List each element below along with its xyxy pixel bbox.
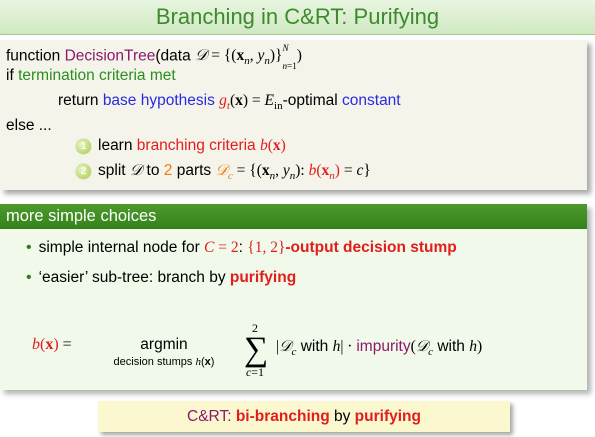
choices-bullet-2: • ‘easier’ sub-tree: branch by purifying: [26, 269, 296, 287]
choices-box: more simple choices • simple internal nod…: [0, 204, 587, 390]
algo-line-if: if termination criteria met: [6, 67, 176, 85]
step-2-text: split: [98, 162, 130, 179]
keyword-return: return: [58, 92, 103, 109]
algo-step-2: 2 split 𝒟 to 2 parts 𝒟c = {(xn, yn): b(xn…: [76, 162, 371, 182]
keyword-if: if: [6, 67, 19, 84]
sum-symbol: 2 ∑ c=1: [244, 321, 269, 379]
with-text-2: with: [437, 338, 465, 355]
bullet-1-text: simple internal node for: [38, 239, 205, 256]
algorithm-box: function DecisionTree(data 𝒟 = {(xn, yn)…: [0, 40, 587, 190]
argmin-text: argmin: [140, 336, 188, 353]
argmin-subscript: decision stumps: [113, 356, 193, 368]
slide-title: Branching in C&RT: Purifying: [155, 4, 440, 29]
keyword-function: function: [6, 47, 65, 65]
formula-lhs: b(x) =: [32, 336, 72, 353]
function-args: (data: [155, 47, 195, 65]
g-t-formula: gt: [219, 92, 230, 113]
split-formula: 𝒟c = {(xn, yn): b(xn) = c}: [215, 162, 371, 183]
choices-header: more simple choices: [0, 204, 587, 229]
bullet-2-text: ‘easier’ sub-tree: branch by: [38, 269, 230, 286]
choices-bullet-1: • simple internal node for C = 2: {1, 2}-…: [26, 239, 457, 256]
step-1-badge-icon: 1: [76, 139, 91, 154]
summary-purifying: purifying: [354, 408, 421, 425]
constant-text: constant: [342, 92, 401, 109]
step-2-parts: parts: [172, 162, 216, 179]
algo-line-return: return base hypothesis gt(x) = Ein-optim…: [58, 92, 401, 113]
step-1-text: learn: [98, 137, 137, 154]
base-hypothesis: base hypothesis: [102, 92, 215, 109]
summary-lead: C&RT:: [187, 408, 236, 425]
function-name: DecisionTree: [64, 47, 156, 65]
algo-step-1: 1 learn branching criteria b(x): [76, 137, 286, 155]
summary-bi-branching: bi-branching: [235, 408, 330, 425]
purifying-emph: purifying: [229, 269, 297, 286]
summary-by: by: [329, 408, 355, 425]
step-2-badge-icon: 2: [76, 164, 91, 179]
with-text-1: with: [300, 338, 329, 355]
data-formula: 𝒟 = {(xn, yn)}N n=1): [195, 43, 302, 71]
termination-criteria: termination criteria met: [18, 67, 176, 84]
bullet-icon: •: [26, 239, 32, 256]
bullet-icon: •: [26, 269, 32, 286]
branching-criteria: branching criteria: [136, 137, 256, 154]
slide-title-bar: Branching in C&RT: Purifying: [0, 0, 595, 35]
formula-argmin: argmin decision stumps h(x): [95, 336, 233, 368]
optimal-text: -optimal: [282, 92, 343, 109]
algo-line-else: else ...: [6, 117, 52, 134]
formula-rhs: |𝒟c with h| · impurity(𝒟c with h): [276, 338, 483, 359]
impurity-text: impurity: [356, 338, 411, 355]
step-2-to: to: [142, 162, 164, 179]
decision-stump-text: -output decision stump: [285, 239, 457, 256]
summary-box: C&RT: bi-branching by purifying: [98, 401, 510, 432]
